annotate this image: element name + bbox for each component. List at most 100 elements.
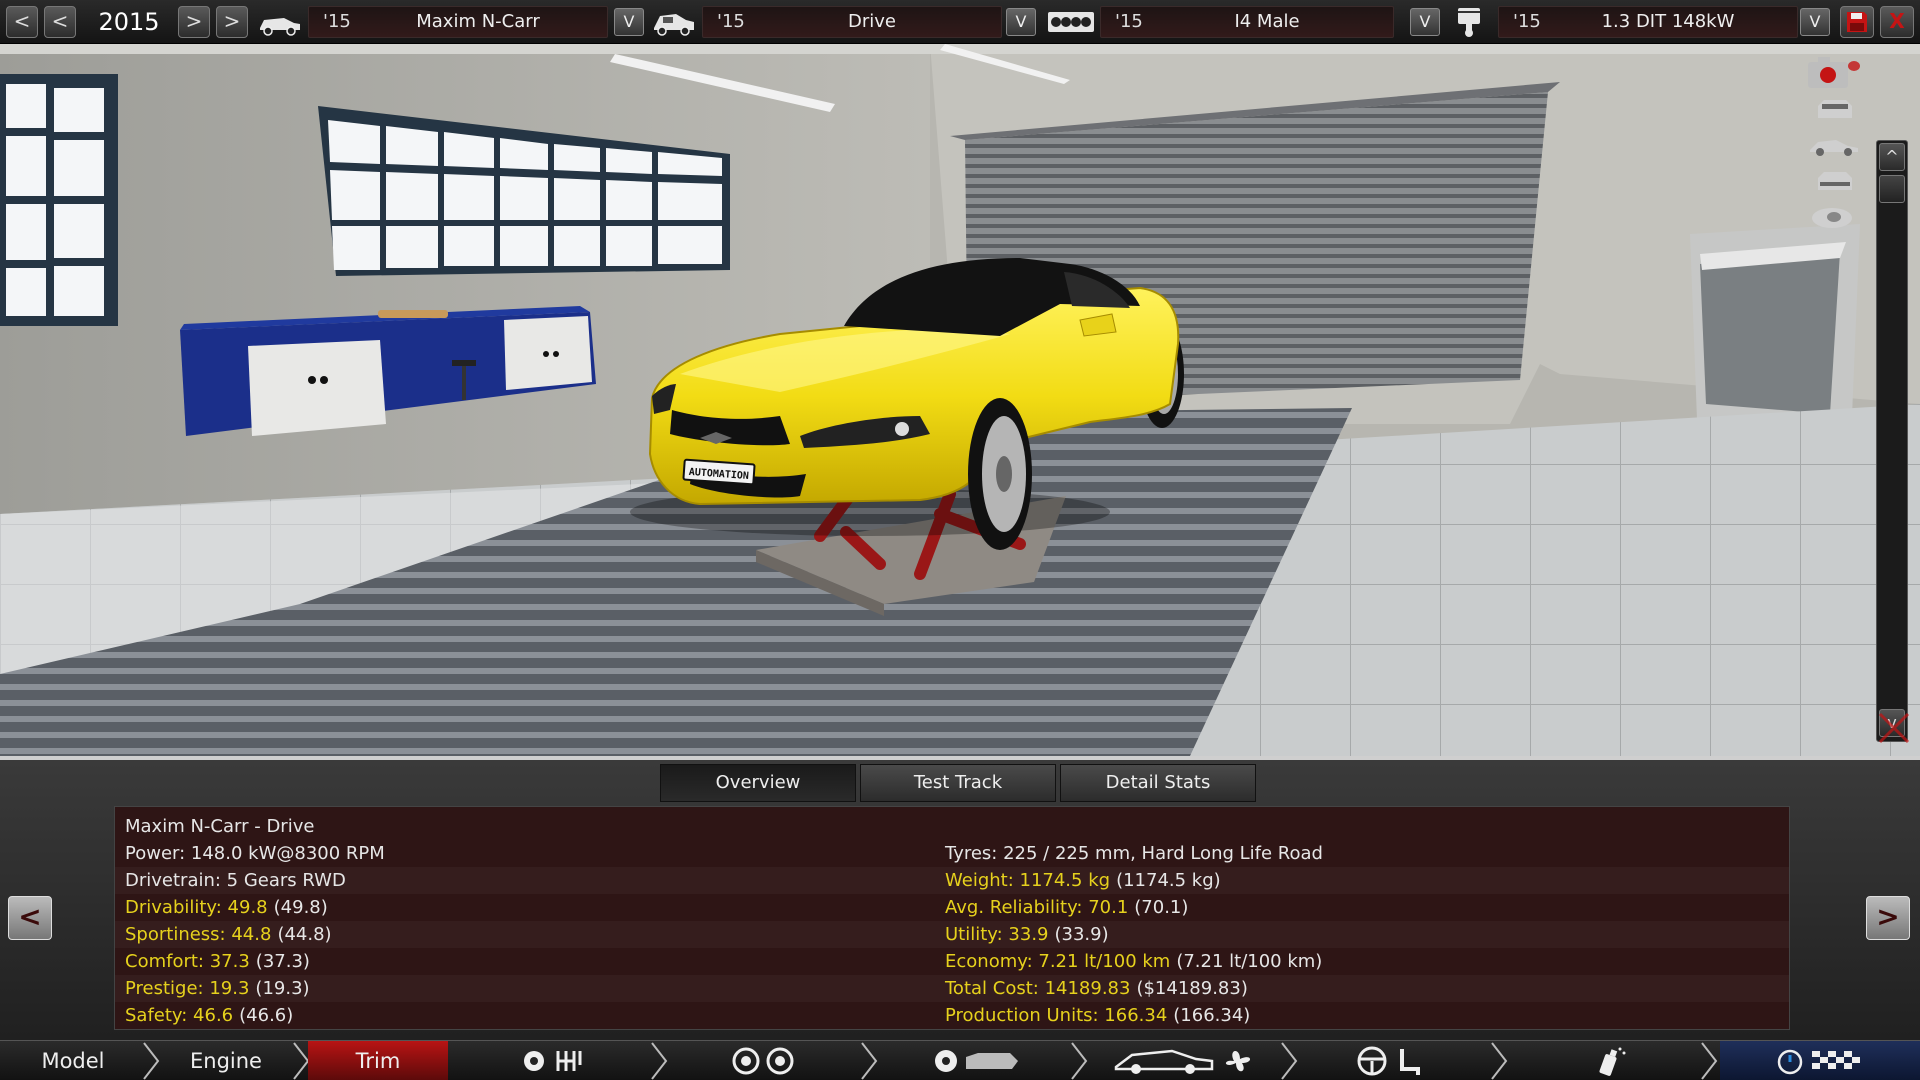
stat-base-value: (70.1) xyxy=(1134,897,1189,918)
save-button[interactable] xyxy=(1840,6,1874,38)
stat-label: Production Units: 166.34 xyxy=(945,1005,1168,1026)
stat-base-value: (44.8) xyxy=(277,924,332,945)
stat-label: Economy: 7.21 lt/100 km xyxy=(945,951,1171,972)
prev-panel-button[interactable]: < xyxy=(8,896,52,940)
tab-test-track[interactable]: Test Track xyxy=(860,764,1056,802)
stat-label: Tyres: 225 / 225 mm, Hard Long Life Road xyxy=(945,843,1323,864)
stats-row: Maxim N-Carr - Drive xyxy=(115,813,1789,840)
left-stat: Prestige: 19.3 (19.3) xyxy=(125,975,310,1002)
right-stat: Tyres: 225 / 225 mm, Hard Long Life Road xyxy=(945,840,1323,867)
right-stat: Total Cost: 14189.83 ($14189.83) xyxy=(945,975,1248,1002)
close-button[interactable]: X xyxy=(1880,6,1914,38)
car-trim-icon xyxy=(654,14,694,36)
tab-detail-stats[interactable]: Detail Stats xyxy=(1060,764,1256,802)
chevron-right-icon xyxy=(651,1042,668,1080)
engine-variant-dropdown-button[interactable]: V xyxy=(1800,8,1830,36)
model-dropdown-button[interactable]: V xyxy=(614,8,644,36)
stat-label: Weight: 1174.5 kg xyxy=(945,870,1111,891)
top-toolbar: < < 2015 > > '15 Maxim N-Carr V '15 Driv… xyxy=(0,0,1920,44)
nav-engine[interactable]: Engine xyxy=(160,1041,292,1080)
scroll-up-button[interactable]: ^ xyxy=(1879,143,1905,171)
car-model-icon xyxy=(260,18,300,36)
engine-family-year-tag: '15 xyxy=(1115,11,1143,32)
stat-base-value: (1174.5 kg) xyxy=(1116,870,1221,891)
stat-label: Total Cost: 14189.83 xyxy=(945,978,1131,999)
nav-trim[interactable]: Trim xyxy=(308,1041,448,1080)
nav-test-drive[interactable] xyxy=(1720,1041,1920,1080)
year-prev-button[interactable]: < xyxy=(44,6,76,38)
stats-row: Sportiness: 44.8 (44.8) Utility: 33.9 (33.9… xyxy=(115,921,1789,948)
nav-interior[interactable] xyxy=(1300,1041,1496,1080)
left-stat: Drivetrain: 5 Gears RWD xyxy=(125,867,346,894)
stat-base-value: (7.21 lt/100 km) xyxy=(1176,951,1323,972)
stat-label: Prestige: 19.3 xyxy=(125,978,250,999)
car-side-view-icon xyxy=(1810,140,1858,156)
right-stat: Weight: 1174.5 kg (1174.5 kg) xyxy=(945,867,1221,894)
stats-panel: Overview Test Track Detail Stats Maxim N… xyxy=(0,756,1920,1040)
overview-stats: Maxim N-Carr - Drive Power: 148.0 kW@830… xyxy=(114,806,1790,1030)
trim-name: Drive xyxy=(848,11,896,32)
stat-base-value: ($14189.83) xyxy=(1136,978,1248,999)
gear-icon xyxy=(524,1051,582,1071)
engine-variant-year-tag: '15 xyxy=(1513,11,1541,32)
design-stage-navigation: Model Engine Trim xyxy=(0,1040,1920,1080)
left-stat: Comfort: 37.3 (37.3) xyxy=(125,948,310,975)
nav-wheels[interactable] xyxy=(670,1041,866,1080)
next-panel-button[interactable]: > xyxy=(1866,896,1910,940)
chevron-right-icon xyxy=(1701,1042,1718,1080)
engine-family-name: I4 Male xyxy=(1234,11,1300,32)
nav-paint[interactable] xyxy=(1510,1041,1706,1080)
year-prev-fast-button[interactable]: < xyxy=(6,6,38,38)
engine-family-dropdown-button[interactable]: V xyxy=(1410,8,1440,36)
model-selector-field[interactable]: '15 Maxim N-Carr xyxy=(308,6,608,38)
stats-row: Prestige: 19.3 (19.3) Total Cost: 14189.83… xyxy=(115,975,1789,1002)
trim-dropdown-button[interactable]: V xyxy=(1006,8,1036,36)
right-stat: Production Units: 166.34 (166.34) xyxy=(945,1002,1250,1029)
garage-3d-viewport[interactable]: AUTOMATION ^ v xyxy=(0,44,1920,756)
nav-brakes-body[interactable] xyxy=(880,1041,1076,1080)
tab-overview[interactable]: Overview xyxy=(660,764,856,802)
car-title: Maxim N-Carr - Drive xyxy=(125,816,315,837)
stats-row: Comfort: 37.3 (37.3) Economy: 7.21 lt/100 … xyxy=(115,948,1789,975)
nav-aero[interactable] xyxy=(1090,1041,1286,1080)
model-year-tag: '15 xyxy=(323,11,351,32)
stat-base-value: (166.34) xyxy=(1173,1005,1251,1026)
steering-wheel-icon xyxy=(1357,1046,1420,1076)
chevron-right-icon xyxy=(1281,1042,1298,1080)
left-stat: Sportiness: 44.8 (44.8) xyxy=(125,921,332,948)
stat-label: Safety: 46.6 xyxy=(125,1005,234,1026)
left-stat: Power: 148.0 kW@8300 RPM xyxy=(125,840,385,867)
stat-base-value: (33.9) xyxy=(1054,924,1109,945)
stopwatch-icon xyxy=(1777,1049,1860,1075)
zoom-scrollbar[interactable]: ^ v xyxy=(1876,140,1908,742)
chevron-right-icon xyxy=(861,1042,878,1080)
stat-label: Avg. Reliability: 70.1 xyxy=(945,897,1129,918)
engine-variant-selector: '15 1.3 DIT 148kW V xyxy=(1444,4,1854,40)
stat-label: Drivetrain: 5 Gears RWD xyxy=(125,870,346,891)
floppy-disk-icon xyxy=(1847,12,1867,32)
trim-selector-field[interactable]: '15 Drive xyxy=(702,6,1002,38)
nav-drivetrain[interactable] xyxy=(448,1041,658,1080)
chevron-right-icon xyxy=(143,1042,160,1080)
right-stat: Avg. Reliability: 70.1 (70.1) xyxy=(945,894,1188,921)
brake-disc-icon xyxy=(935,1050,1018,1072)
car-rear-view-icon xyxy=(1818,172,1852,190)
scroll-thumb[interactable] xyxy=(1879,175,1905,203)
chevron-right-icon xyxy=(1491,1042,1508,1080)
engine-variant-name: 1.3 DIT 148kW xyxy=(1601,11,1735,32)
close-view-icon xyxy=(1878,712,1910,744)
engine-variant-field[interactable]: '15 1.3 DIT 148kW xyxy=(1498,6,1798,38)
right-stat: Utility: 33.9 (33.9) xyxy=(945,921,1109,948)
stat-base-value: (19.3) xyxy=(255,978,310,999)
year-next-button[interactable]: > xyxy=(178,6,210,38)
piston-icon xyxy=(1458,8,1480,37)
trim-selector: '15 Drive V xyxy=(648,4,1042,40)
year-next-fast-button[interactable]: > xyxy=(216,6,248,38)
garage-scene: AUTOMATION xyxy=(0,44,1920,756)
car-top-view-icon xyxy=(1812,208,1852,228)
stat-base-value: (46.6) xyxy=(239,1005,294,1026)
model-name: Maxim N-Carr xyxy=(416,11,540,32)
nav-model[interactable]: Model xyxy=(0,1041,146,1080)
stat-base-value: (37.3) xyxy=(255,951,310,972)
engine-family-field[interactable]: '15 I4 Male xyxy=(1100,6,1394,38)
